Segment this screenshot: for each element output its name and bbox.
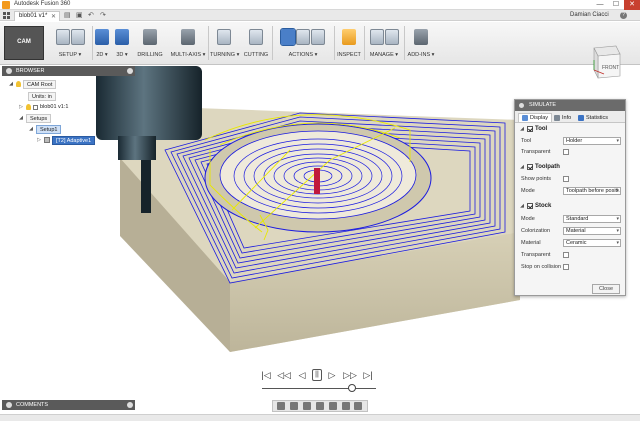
step-back-button[interactable]: ◁ bbox=[296, 369, 308, 381]
pin-icon[interactable] bbox=[127, 68, 133, 74]
tool-label: Tool bbox=[521, 138, 532, 144]
tab-display-label: Display bbox=[530, 115, 549, 121]
collapse-arrow-icon[interactable]: ◢ bbox=[519, 203, 525, 209]
look-at-icon[interactable] bbox=[290, 402, 299, 410]
expand-icon[interactable] bbox=[6, 402, 12, 408]
pan-icon[interactable] bbox=[303, 402, 312, 410]
display-settings-icon[interactable] bbox=[341, 402, 350, 410]
expand-arrow-icon[interactable]: ◢ bbox=[8, 81, 14, 87]
tree-item-model[interactable]: ▷ blob01 v1:1 bbox=[18, 102, 68, 112]
browser-panel-header[interactable]: BROWSER bbox=[2, 66, 135, 76]
end-mill bbox=[141, 160, 151, 213]
display-icon bbox=[522, 115, 528, 121]
units-node[interactable]: Units: in bbox=[28, 91, 56, 101]
checkbox-icon[interactable] bbox=[33, 104, 38, 110]
last-frame-button[interactable]: ▷| bbox=[362, 369, 374, 381]
simulate-close-button[interactable]: Close bbox=[592, 284, 620, 294]
stock-heading: Stock bbox=[535, 203, 552, 209]
statistics-icon bbox=[578, 114, 584, 121]
setup1-node[interactable]: Setup1 bbox=[36, 124, 62, 134]
pause-button[interactable]: || bbox=[312, 369, 322, 381]
stop-on-collision-checkbox[interactable] bbox=[563, 264, 569, 270]
visibility-bulb-icon[interactable] bbox=[26, 104, 31, 110]
tool-collet bbox=[118, 136, 156, 160]
tree-item-units[interactable]: Units: in bbox=[28, 91, 56, 101]
stock-section-header[interactable]: ◢ Stock bbox=[519, 203, 551, 209]
collapse-icon[interactable] bbox=[6, 68, 12, 74]
toolpath-mode-select[interactable]: Toolpath before positi... bbox=[563, 187, 621, 195]
colorization-label: Colorization bbox=[521, 228, 551, 234]
expand-arrow-icon[interactable]: ▷ bbox=[36, 137, 42, 143]
tree-item-setup1[interactable]: ◢ Setup1 bbox=[28, 124, 62, 134]
toolpath-heading: Toolpath bbox=[535, 164, 560, 170]
operation-icon bbox=[44, 137, 50, 143]
adaptive1-node[interactable]: [T2] Adaptive1 bbox=[52, 135, 96, 145]
comments-panel-header[interactable]: COMMENTS bbox=[2, 400, 135, 410]
status-strip bbox=[0, 414, 640, 421]
collapse-arrow-icon[interactable]: ◢ bbox=[519, 126, 525, 132]
material-select[interactable]: Ceramic bbox=[563, 239, 621, 247]
stop-on-collision-label: Stop on collision bbox=[521, 264, 562, 270]
show-points-label: Show points bbox=[521, 176, 551, 182]
spindle-holder bbox=[96, 66, 202, 140]
navigation-bar bbox=[272, 400, 368, 412]
stock-transparent-label: Transparent bbox=[521, 252, 551, 258]
info-icon bbox=[554, 114, 560, 121]
browser-title: BROWSER bbox=[16, 68, 45, 74]
viewcube[interactable]: FRONT bbox=[593, 45, 621, 79]
first-frame-button[interactable]: |◁ bbox=[260, 369, 272, 381]
toolpath-mode-label: Mode bbox=[521, 188, 535, 194]
model-node-label[interactable]: blob01 v1:1 bbox=[40, 104, 68, 110]
tool-transparent-checkbox[interactable] bbox=[563, 149, 569, 155]
stock-enabled-checkbox[interactable] bbox=[527, 203, 533, 209]
viewcube-face-label: FRONT bbox=[602, 65, 619, 71]
tab-statistics-label: Statistics bbox=[586, 114, 609, 121]
step-forward-button[interactable]: ▷ bbox=[326, 369, 338, 381]
orbit-icon[interactable] bbox=[277, 402, 286, 410]
cam-root-node[interactable]: CAM Root bbox=[23, 79, 57, 89]
playback-slider-handle[interactable] bbox=[348, 384, 357, 392]
tool-position-marker bbox=[314, 168, 320, 194]
tab-info-label: Info bbox=[562, 114, 572, 121]
comments-pin-icon[interactable] bbox=[127, 402, 133, 408]
setups-node[interactable]: Setups bbox=[26, 113, 52, 123]
colorization-select[interactable]: Material bbox=[563, 227, 621, 235]
simulate-header[interactable]: SIMULATE bbox=[515, 100, 625, 111]
collapse-arrow-icon[interactable]: ◢ bbox=[519, 164, 525, 170]
comments-title: COMMENTS bbox=[16, 402, 49, 408]
tree-item-setups[interactable]: ◢ Setups bbox=[18, 113, 52, 123]
tool-transparent-label: Transparent bbox=[521, 149, 551, 155]
zoom-icon[interactable] bbox=[315, 402, 324, 410]
visibility-bulb-icon[interactable] bbox=[16, 81, 21, 87]
stock-mode-label: Mode bbox=[521, 216, 535, 222]
tab-statistics[interactable]: Statistics bbox=[575, 113, 611, 122]
tree-item-adaptive1[interactable]: ▷ [T2] Adaptive1 bbox=[36, 135, 96, 145]
simulate-tabs: Display Info Statistics bbox=[515, 111, 625, 123]
material-label: Material bbox=[521, 240, 541, 246]
grid-settings-icon[interactable] bbox=[354, 402, 363, 410]
tree-item-cam-root[interactable]: ◢ CAM Root bbox=[8, 79, 57, 89]
panel-collapse-icon[interactable] bbox=[519, 103, 524, 108]
tool-select[interactable]: Holder bbox=[563, 137, 621, 145]
show-points-checkbox[interactable] bbox=[563, 176, 569, 182]
toolpath-enabled-checkbox[interactable] bbox=[527, 164, 533, 170]
tool-heading: Tool bbox=[535, 126, 548, 132]
playback-slider-track[interactable] bbox=[262, 388, 376, 389]
toolpath-section-header[interactable]: ◢ Toolpath bbox=[519, 164, 560, 170]
next-operation-button[interactable]: ▷▷ bbox=[342, 369, 358, 381]
zoom-window-icon[interactable] bbox=[328, 402, 337, 410]
stock-transparent-checkbox[interactable] bbox=[563, 252, 569, 258]
expand-arrow-icon[interactable]: ◢ bbox=[28, 126, 34, 132]
tab-display[interactable]: Display bbox=[518, 113, 553, 122]
previous-operation-button[interactable]: ◁◁ bbox=[276, 369, 292, 381]
simulate-title: SIMULATE bbox=[529, 102, 557, 108]
stock-mode-select[interactable]: Standard bbox=[563, 215, 621, 223]
expand-arrow-icon[interactable]: ◢ bbox=[18, 115, 24, 121]
tool-enabled-checkbox[interactable] bbox=[527, 126, 533, 132]
simulate-panel: SIMULATE Display Info Statistics ◢ Tool … bbox=[514, 99, 626, 296]
tool-section-header[interactable]: ◢ Tool bbox=[519, 126, 547, 132]
tab-info[interactable]: Info bbox=[551, 113, 574, 122]
expand-arrow-icon[interactable]: ▷ bbox=[18, 104, 24, 110]
